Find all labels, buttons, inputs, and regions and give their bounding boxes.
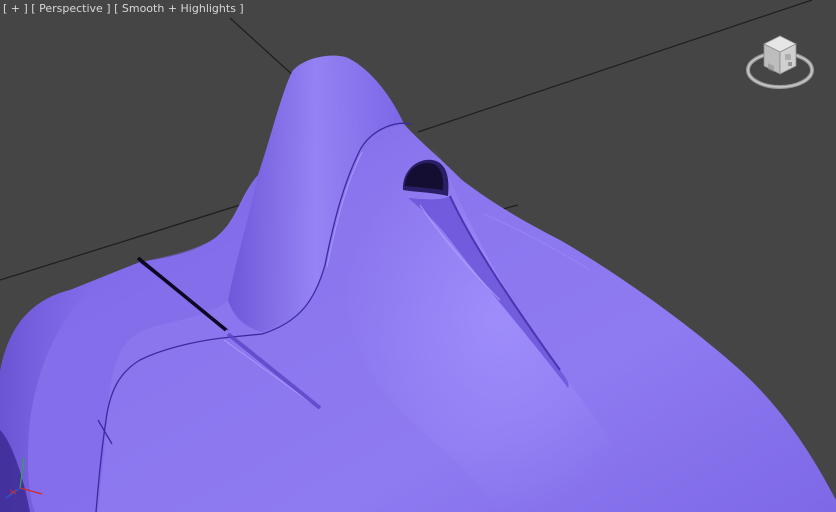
mesh-object bbox=[0, 55, 836, 512]
viewport-view-menu[interactable]: [ Perspective ] bbox=[31, 2, 110, 15]
viewport-label-menu[interactable]: [ + ] [ Perspective ] [ Smooth + Highlig… bbox=[3, 2, 244, 16]
scene-canvas[interactable] bbox=[0, 0, 836, 512]
viewport-plus-menu[interactable]: [ + ] bbox=[3, 2, 28, 15]
perspective-viewport[interactable]: [ + ] [ Perspective ] [ Smooth + Highlig… bbox=[0, 0, 836, 512]
axis-tripod-icon bbox=[2, 452, 48, 508]
viewcube-icon[interactable] bbox=[744, 30, 816, 94]
viewport-shading-menu[interactable]: [ Smooth + Highlights ] bbox=[114, 2, 244, 15]
